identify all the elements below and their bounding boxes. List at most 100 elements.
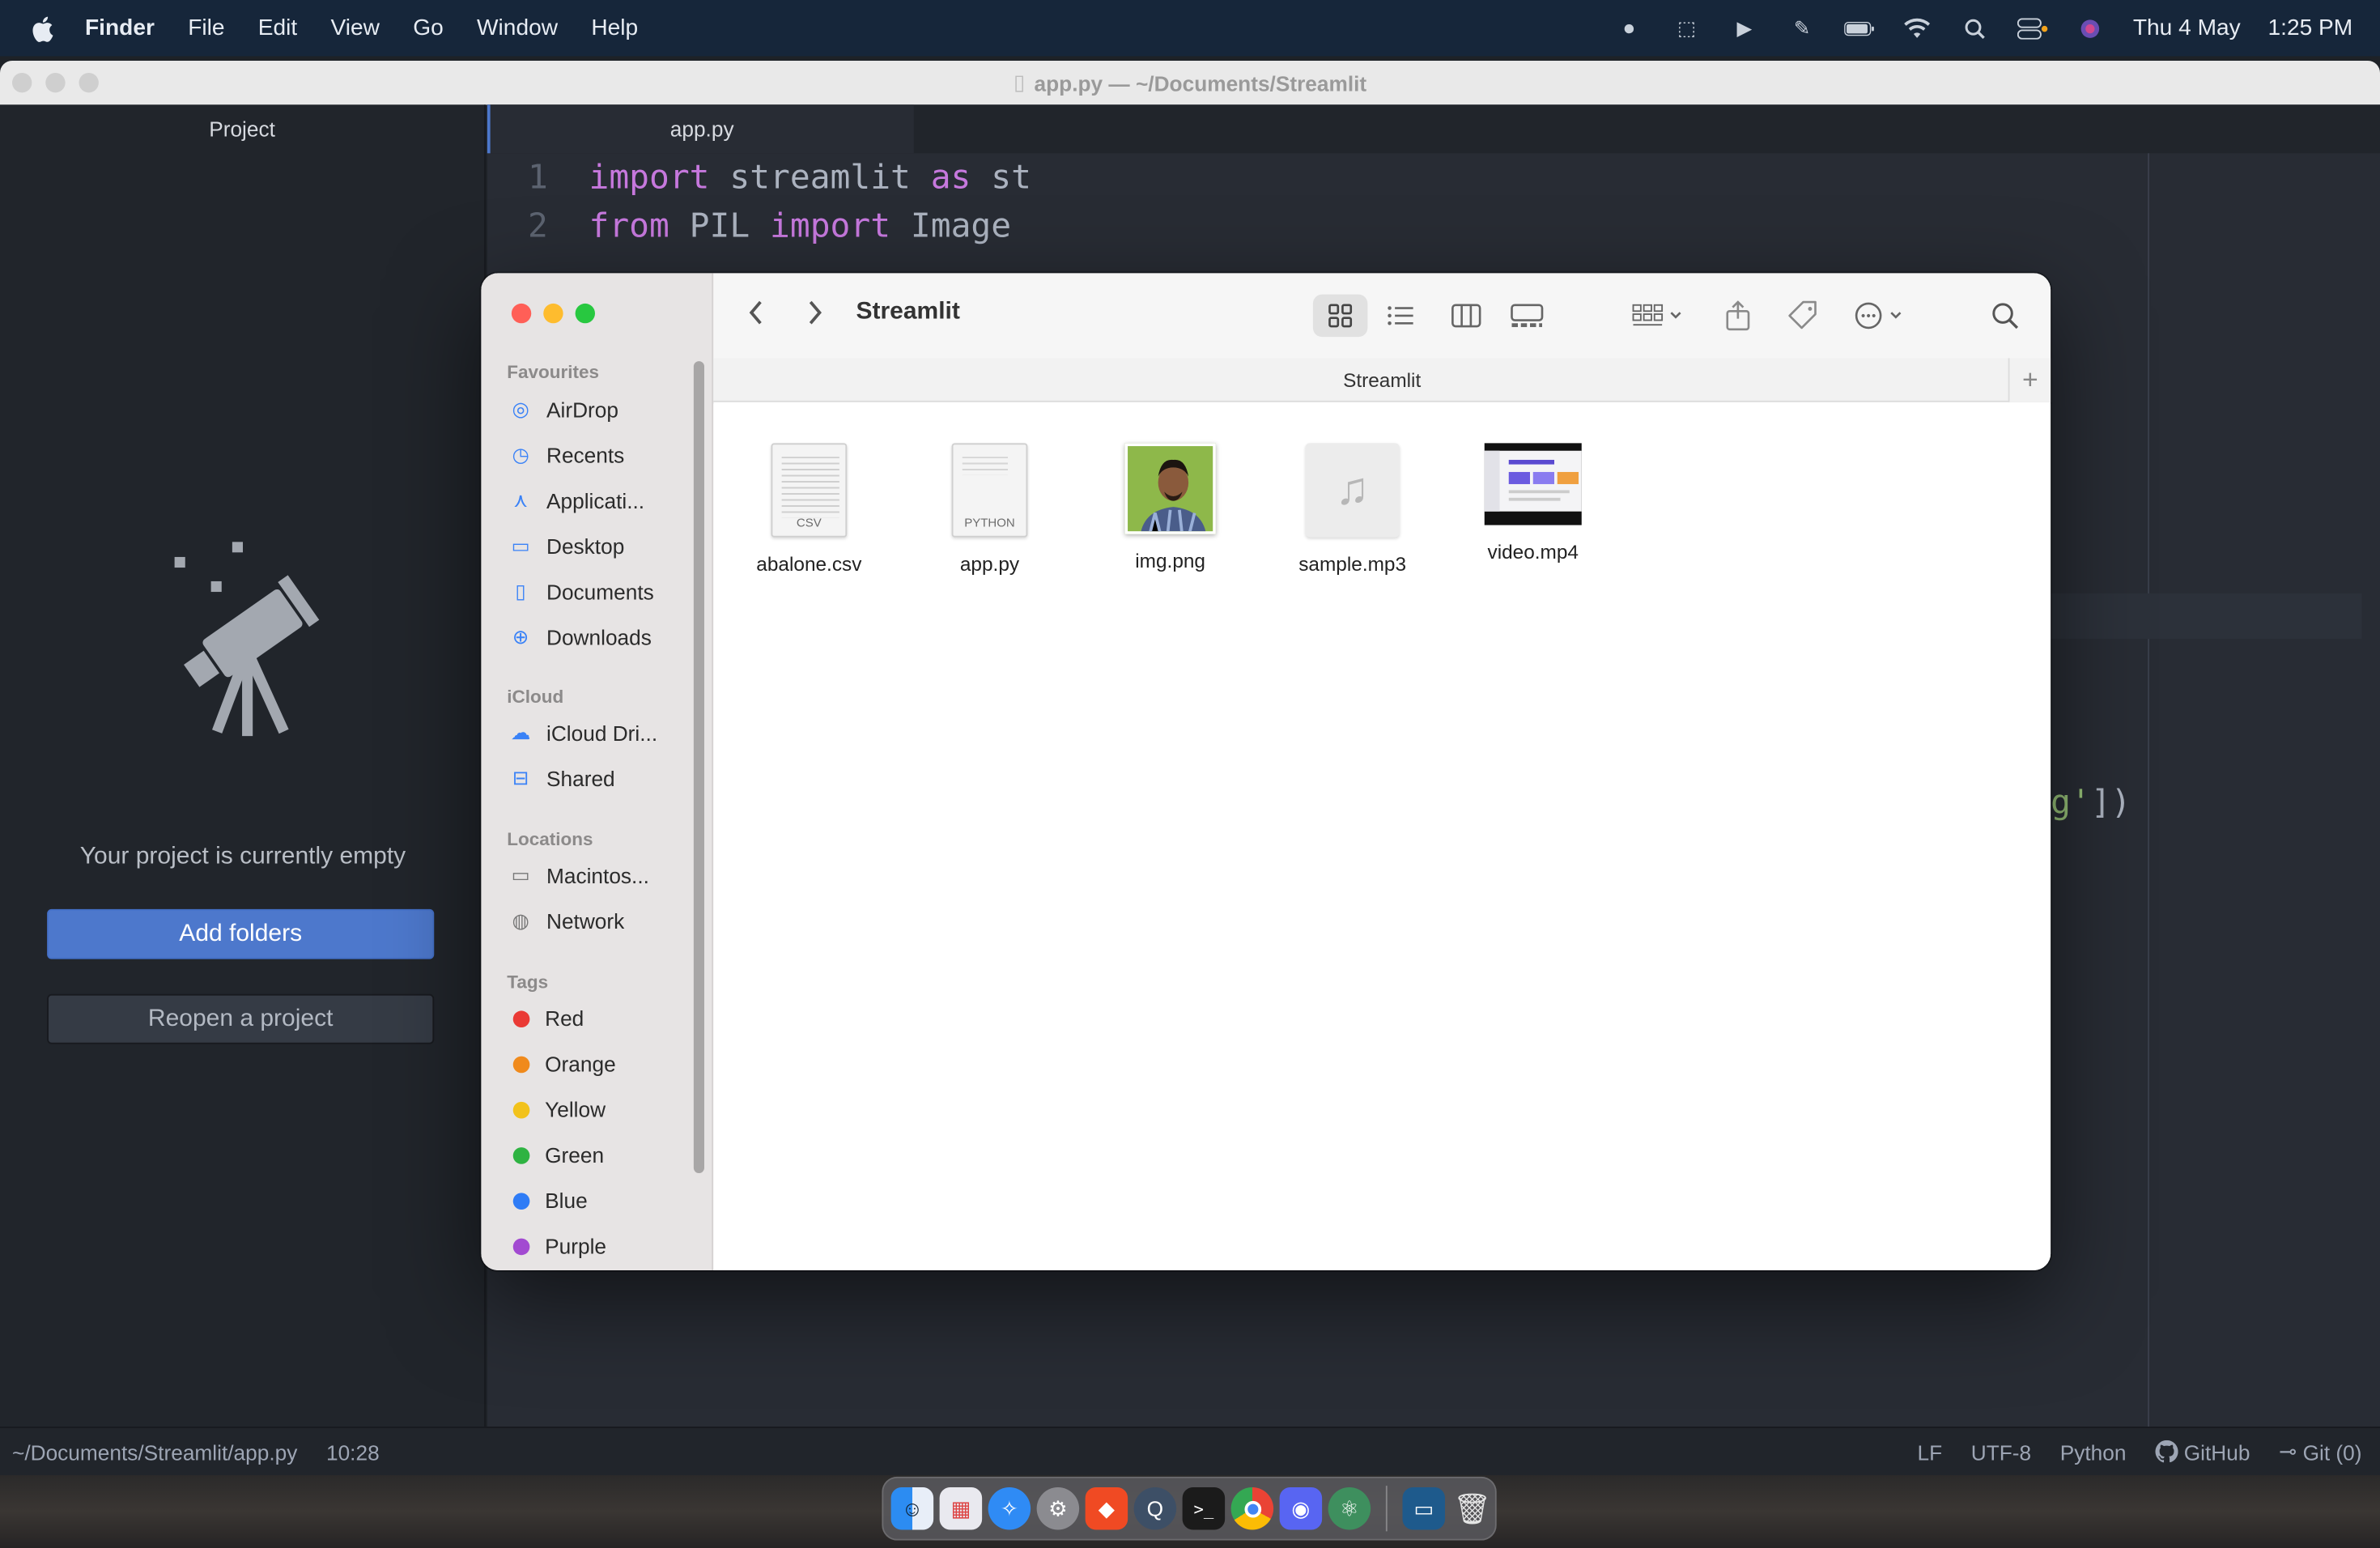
forward-icon[interactable] bbox=[806, 299, 825, 335]
quicktime-icon[interactable]: Q bbox=[1133, 1487, 1177, 1530]
chrome-icon[interactable] bbox=[1230, 1487, 1274, 1530]
sidebar-item-macintosh-hd[interactable]: ▭ Macintos... bbox=[507, 856, 696, 895]
menu-window[interactable]: Window bbox=[477, 15, 558, 41]
status-line-ending[interactable]: LF bbox=[1917, 1440, 1942, 1464]
sidebar-item-documents[interactable]: ▯ Documents bbox=[507, 572, 696, 612]
sidebar-tag-blue[interactable]: Blue bbox=[507, 1180, 696, 1220]
sidebar-item-downloads[interactable]: ⊕ Downloads bbox=[507, 618, 696, 657]
status-github[interactable]: GitHub bbox=[2155, 1440, 2250, 1464]
add-folders-button[interactable]: Add folders bbox=[47, 908, 435, 959]
atom-icon[interactable]: ⚛ bbox=[1328, 1487, 1371, 1530]
menu-edit[interactable]: Edit bbox=[258, 15, 297, 41]
safari-icon[interactable]: ✧ bbox=[988, 1487, 1031, 1530]
trash-icon[interactable]: 🗑 bbox=[1451, 1487, 1494, 1529]
status-encoding[interactable]: UTF-8 bbox=[1971, 1440, 2031, 1464]
cursor-line-highlight bbox=[2051, 593, 2362, 640]
sidebar-item-label: Recents bbox=[546, 443, 625, 468]
sidebar-tag-yellow[interactable]: Yellow bbox=[507, 1090, 696, 1129]
share-icon[interactable] bbox=[1715, 295, 1761, 337]
pen-icon[interactable]: ✎ bbox=[1787, 16, 1817, 39]
menu-app-name[interactable]: Finder bbox=[85, 15, 155, 41]
code-line[interactable]: 1 import streamlit as st bbox=[487, 153, 1031, 202]
menu-go[interactable]: Go bbox=[413, 15, 444, 41]
reopen-project-button[interactable]: Reopen a project bbox=[47, 993, 435, 1044]
spotlight-icon[interactable] bbox=[1960, 18, 1991, 39]
file-name: img.png bbox=[1135, 549, 1205, 572]
control-center-icon[interactable] bbox=[2017, 17, 2048, 39]
sidebar-item-label: Shared bbox=[546, 766, 615, 791]
status-grammar[interactable]: Python bbox=[2060, 1440, 2127, 1464]
sidebar-item-desktop[interactable]: ▭ Desktop bbox=[507, 526, 696, 566]
more-actions-button[interactable] bbox=[1849, 295, 1913, 337]
file-item[interactable]: ♫ sample.mp3 bbox=[1277, 443, 1429, 575]
tag-label: Purple bbox=[545, 1233, 607, 1258]
screen-record-icon[interactable]: ⏺ bbox=[1614, 16, 1645, 39]
code-lines[interactable]: 1 import streamlit as st 2 from PIL impo… bbox=[487, 153, 1031, 250]
wifi-icon[interactable] bbox=[1902, 17, 1933, 39]
column-view-button[interactable] bbox=[1442, 295, 1490, 337]
sidebar-item-network[interactable]: ◍ Network bbox=[507, 901, 696, 941]
new-tab-button[interactable]: + bbox=[2008, 358, 2051, 402]
gallery-view-button[interactable] bbox=[1502, 295, 1551, 337]
sidebar-tag-purple[interactable]: Purple bbox=[507, 1227, 696, 1266]
tag-label: Green bbox=[545, 1142, 605, 1167]
icon-view-button[interactable] bbox=[1312, 294, 1368, 338]
menu-bar: Finder File Edit View Go Window Help ⏺ ⬚… bbox=[0, 0, 2380, 57]
play-icon[interactable]: ▶ bbox=[1729, 16, 1760, 39]
zoom-button[interactable] bbox=[575, 303, 595, 324]
tag-icon[interactable] bbox=[1780, 295, 1825, 337]
file-name: sample.mp3 bbox=[1298, 552, 1407, 576]
close-button[interactable] bbox=[511, 303, 532, 324]
finder-icon[interactable]: ☺ bbox=[890, 1487, 934, 1530]
minimize-button[interactable] bbox=[543, 303, 563, 324]
tab-app-py[interactable]: app.py bbox=[487, 104, 914, 154]
sidebar-item-recents[interactable]: ◷ Recents bbox=[507, 436, 696, 475]
sidebar-item-shared[interactable]: ⊟ Shared bbox=[507, 759, 696, 798]
menubar-time[interactable]: 1:25 PM bbox=[2267, 15, 2352, 41]
sidebar-scrollbar[interactable] bbox=[693, 361, 704, 1173]
status-git[interactable]: ⊸ Git (0) bbox=[2279, 1439, 2361, 1465]
menubar-date[interactable]: Thu 4 May bbox=[2133, 15, 2241, 41]
file-item[interactable]: PYTHON app.py bbox=[914, 443, 1066, 575]
folder-icon[interactable]: ▭ bbox=[1402, 1487, 1445, 1530]
zoom-button[interactable] bbox=[79, 72, 99, 93]
sidebar-item-applications[interactable]: ⋏ Applicati... bbox=[507, 481, 696, 521]
finder-path-bar[interactable]: Streamlit bbox=[713, 358, 2051, 402]
sidebar-tag-green[interactable]: Green bbox=[507, 1135, 696, 1175]
menu-view[interactable]: View bbox=[331, 15, 380, 41]
launchpad-icon[interactable]: ▦ bbox=[939, 1487, 983, 1530]
back-icon[interactable] bbox=[747, 299, 766, 335]
code-line[interactable]: 2 from PIL import Image bbox=[487, 202, 1031, 250]
search-icon[interactable] bbox=[1983, 295, 2028, 337]
file-item[interactable]: video.mp4 bbox=[1457, 443, 1609, 563]
screen-capture-icon[interactable]: ⬚ bbox=[1672, 16, 1702, 39]
apple-menu-icon[interactable] bbox=[0, 15, 85, 42]
finder-window-controls bbox=[511, 303, 595, 324]
file-name: video.mp4 bbox=[1487, 540, 1579, 563]
minimize-button[interactable] bbox=[45, 72, 66, 93]
status-cursor-position[interactable]: 10:28 bbox=[326, 1440, 380, 1464]
siri-icon[interactable] bbox=[2076, 18, 2106, 39]
brave-icon[interactable]: ◆ bbox=[1085, 1487, 1128, 1530]
group-by-button[interactable] bbox=[1624, 295, 1691, 337]
menu-file[interactable]: File bbox=[188, 15, 224, 41]
menu-help[interactable]: Help bbox=[591, 15, 638, 41]
sidebar-item-icloud-drive[interactable]: ☁ iCloud Dri... bbox=[507, 713, 696, 753]
editor-window-controls bbox=[12, 72, 99, 93]
battery-icon[interactable] bbox=[1844, 18, 1876, 39]
sidebar-tag-orange[interactable]: Orange bbox=[507, 1044, 696, 1084]
discord-icon[interactable]: ◉ bbox=[1279, 1487, 1323, 1530]
file-item[interactable]: CSV abalone.csv bbox=[733, 443, 886, 575]
system-settings-icon[interactable]: ⚙ bbox=[1036, 1487, 1080, 1530]
keyword: as bbox=[930, 158, 971, 197]
code-text: streamlit bbox=[709, 158, 931, 197]
terminal-icon[interactable]: >_ bbox=[1182, 1487, 1226, 1530]
sidebar-tag-red[interactable]: Red bbox=[507, 998, 696, 1038]
close-button[interactable] bbox=[12, 72, 32, 93]
status-file-path[interactable]: ~/Documents/Streamlit/app.py bbox=[12, 1440, 297, 1464]
tag-dot bbox=[512, 1192, 530, 1210]
list-view-button[interactable] bbox=[1377, 295, 1426, 337]
sidebar-item-airdrop[interactable]: ◎ AirDrop bbox=[507, 390, 696, 430]
project-panel-title[interactable]: Project bbox=[0, 117, 484, 141]
file-item[interactable]: img.png bbox=[1094, 443, 1247, 572]
